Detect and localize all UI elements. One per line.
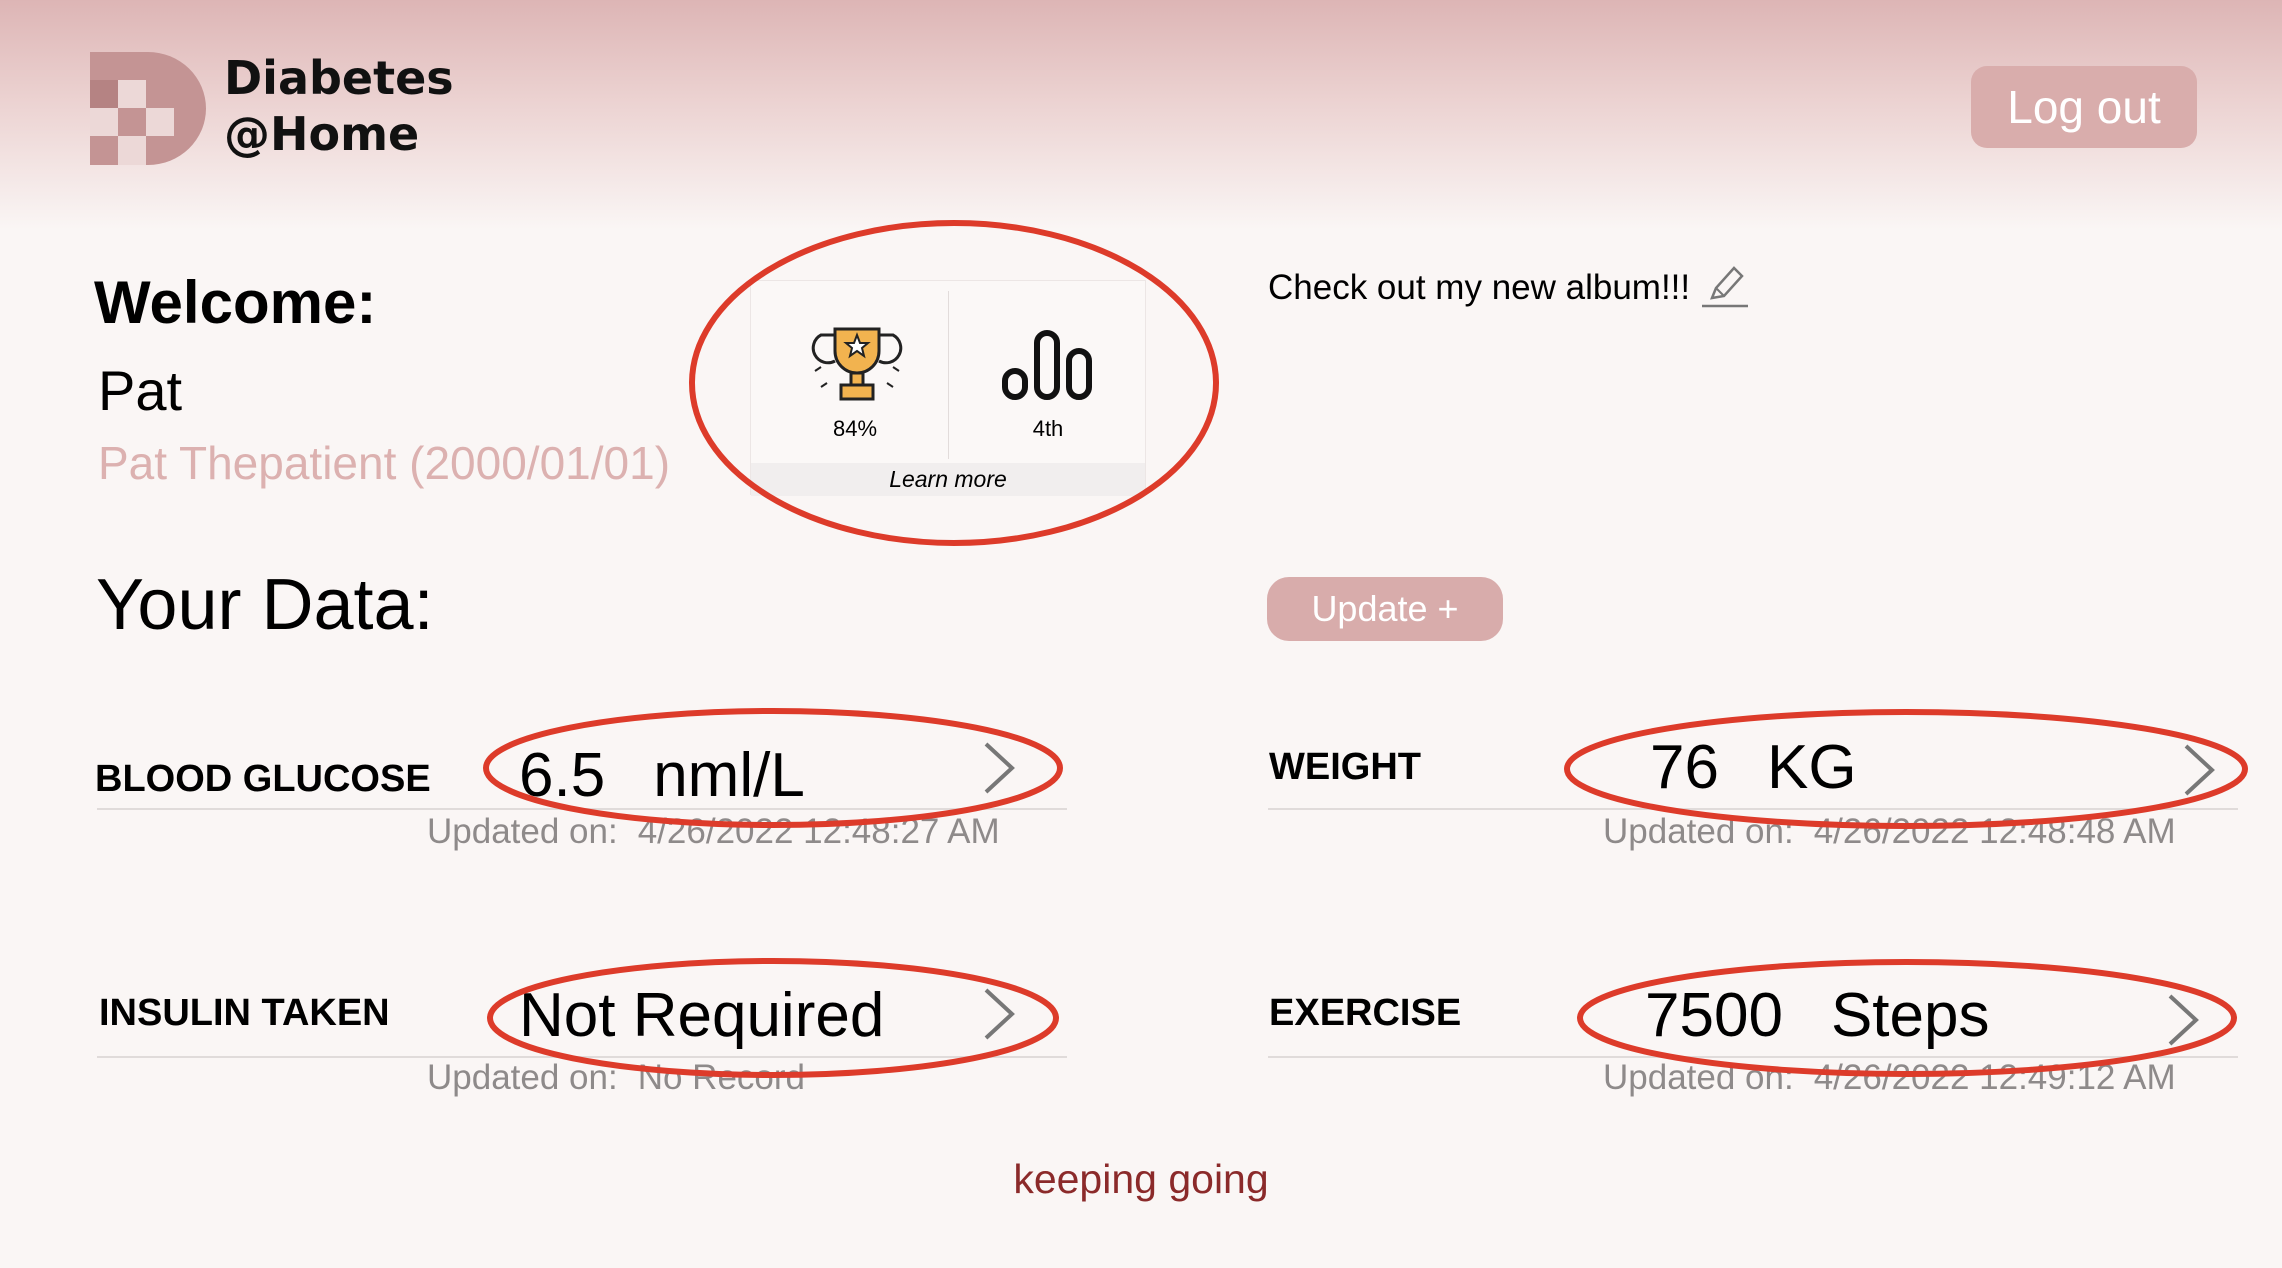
exercise-unit: Steps <box>1830 981 1990 1050</box>
updated-prefix: Updated on: <box>427 1058 618 1097</box>
blood-glucose-label: BLOOD GLUCOSE <box>95 758 431 800</box>
exercise-chevron-right-icon[interactable] <box>2166 994 2200 1046</box>
weight-underline <box>1268 808 2238 810</box>
insulin-timestamp: No Record <box>637 1058 806 1097</box>
insulin-chevron-right-icon[interactable] <box>982 988 1016 1040</box>
updated-prefix: Updated on: <box>427 812 618 851</box>
achievement-card[interactable]: 84% 4th Learn more <box>750 280 1146 496</box>
blood-glucose-unit: nml/L <box>653 741 805 810</box>
rank-value: 4th <box>1032 416 1064 441</box>
checker-d-logo-icon <box>90 52 206 165</box>
weight-label: WEIGHT <box>1269 746 1421 788</box>
updated-prefix: Updated on: <box>1603 1058 1794 1097</box>
achievement-percent: 84% <box>832 416 878 441</box>
insulin-label: INSULIN TAKEN <box>99 992 390 1034</box>
insulin-value[interactable]: Not Required <box>519 980 884 1051</box>
learn-more-link[interactable]: Learn more <box>751 463 1145 496</box>
blood-glucose-updated: Updated on: 4/26/2022 12:48:27 AM <box>427 812 1000 852</box>
weight-unit: KG <box>1766 733 1857 802</box>
bar-chart-icon <box>1002 330 1092 400</box>
weight-timestamp: 4/26/2022 12:48:48 AM <box>1813 812 2176 851</box>
updated-prefix: Updated on: <box>1603 812 1794 851</box>
status-message: Check out my new album!!! <box>1268 268 1691 307</box>
weight-chevron-right-icon[interactable] <box>2182 744 2216 796</box>
exercise-updated: Updated on: 4/26/2022 12:49:12 AM <box>1603 1058 2176 1098</box>
update-button[interactable]: Update + <box>1267 577 1503 641</box>
app-brand: Diabetes @Home <box>224 50 454 162</box>
logout-button[interactable]: Log out <box>1971 66 2197 148</box>
user-full-name-dob: Pat Thepatient (2000/01/01) <box>98 437 671 489</box>
insulin-text: Not Required <box>519 981 885 1050</box>
exercise-number: 7500 <box>1645 981 1783 1050</box>
blood-glucose-chevron-right-icon[interactable] <box>982 742 1016 794</box>
weight-updated: Updated on: 4/26/2022 12:48:48 AM <box>1603 812 2176 852</box>
blood-glucose-timestamp: 4/26/2022 12:48:27 AM <box>637 812 1000 851</box>
brand-line-1: Diabetes <box>224 51 454 105</box>
blood-glucose-value[interactable]: 6.5 nml/L <box>519 740 805 811</box>
insulin-updated: Updated on: No Record <box>427 1058 805 1098</box>
weight-value[interactable]: 76 KG <box>1650 732 1857 803</box>
section-title: Your Data: <box>96 565 434 645</box>
blood-glucose-number: 6.5 <box>519 741 606 810</box>
footer-message: keeping going <box>1013 1156 1269 1202</box>
exercise-value[interactable]: 7500 Steps <box>1645 980 1989 1051</box>
user-first-name: Pat <box>98 359 183 422</box>
pencil-icon[interactable] <box>1702 262 1748 310</box>
exercise-timestamp: 4/26/2022 12:49:12 AM <box>1813 1058 2176 1097</box>
stats-divider <box>948 291 949 459</box>
brand-line-2: @Home <box>224 107 420 161</box>
weight-number: 76 <box>1650 733 1719 802</box>
exercise-label: EXERCISE <box>1269 992 1462 1034</box>
welcome-label: Welcome: <box>94 269 377 336</box>
trophy-icon <box>811 327 903 401</box>
